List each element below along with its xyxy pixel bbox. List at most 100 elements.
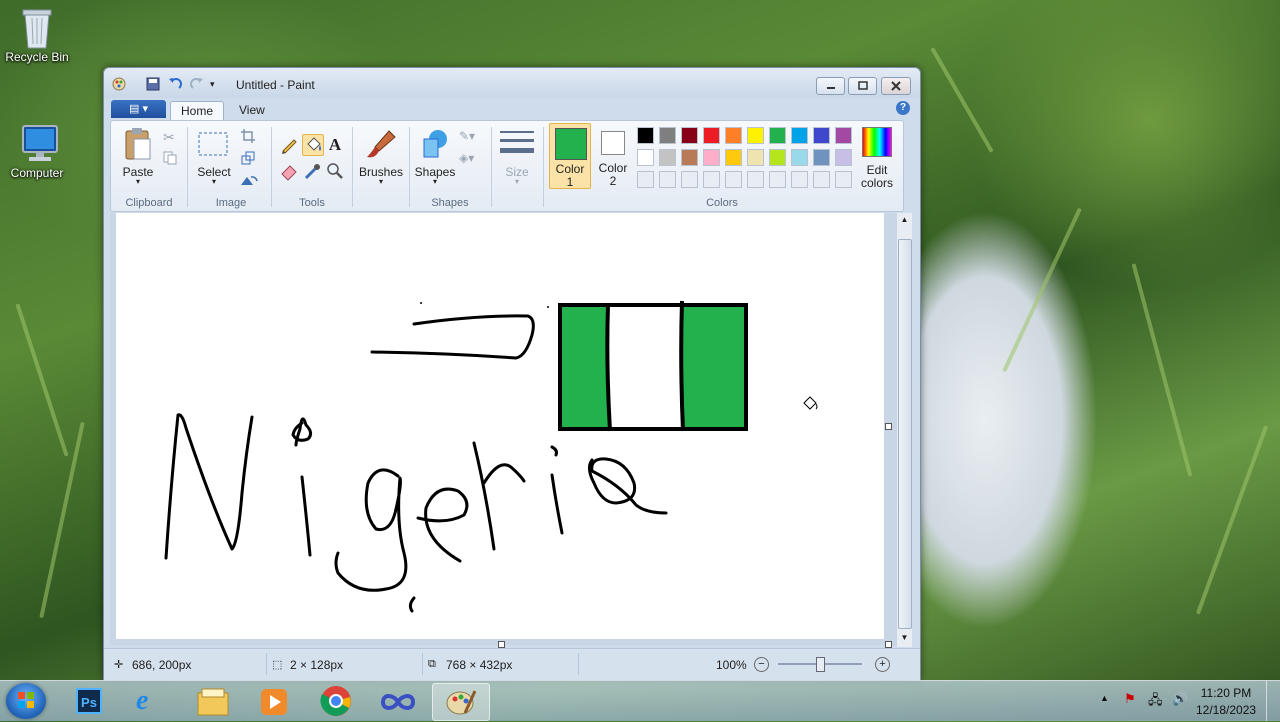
fill-tool[interactable] — [302, 134, 324, 156]
scroll-up-arrow[interactable]: ▲ — [899, 215, 910, 227]
palette-swatch[interactable] — [703, 149, 720, 166]
palette-swatch[interactable] — [835, 127, 852, 144]
select-rectangle-icon — [198, 132, 228, 156]
size-button[interactable]: Size ▾ — [497, 125, 537, 187]
palette-swatch[interactable] — [769, 149, 786, 166]
rotate-icon[interactable] — [239, 173, 263, 189]
palette-swatch[interactable] — [813, 127, 830, 144]
network-icon[interactable]: 🖧 — [1148, 691, 1163, 713]
palette-swatch[interactable] — [659, 127, 676, 144]
palette-custom-slot[interactable] — [769, 171, 786, 188]
show-desktop-button[interactable] — [1266, 681, 1280, 721]
paste-button[interactable]: Paste ▾ — [117, 125, 159, 187]
magnifier-tool[interactable] — [325, 161, 345, 181]
palette-swatch[interactable] — [747, 127, 764, 144]
taskbar-chrome[interactable] — [308, 683, 364, 719]
palette-swatch[interactable] — [681, 127, 698, 144]
taskbar-explorer[interactable] — [184, 683, 240, 719]
color1-swatch — [555, 128, 587, 160]
text-tool[interactable]: A — [325, 135, 345, 155]
brushes-button[interactable]: Brushes ▾ — [357, 125, 405, 187]
copy-icon[interactable] — [163, 151, 179, 167]
color1-button[interactable]: Color 1 — [549, 123, 591, 189]
crop-icon[interactable] — [241, 129, 257, 145]
shapes-icon — [423, 130, 447, 158]
tab-home[interactable]: Home — [170, 101, 225, 121]
drawing-canvas[interactable] — [116, 213, 884, 639]
resize-icon[interactable] — [241, 151, 257, 167]
fill-shape-icon[interactable]: ◈▾ — [459, 151, 483, 167]
taskbar-ie[interactable]: e — [122, 683, 178, 719]
palette-swatch[interactable] — [637, 149, 654, 166]
customize-quick-access-icon[interactable]: ▾ — [210, 77, 224, 91]
canvas-resize-handle-corner[interactable] — [885, 641, 892, 648]
minimize-button[interactable] — [816, 77, 845, 95]
select-button[interactable]: Select ▾ — [193, 125, 235, 187]
zoom-level: 100% — [716, 658, 747, 672]
zoom-in-button[interactable]: + — [875, 657, 890, 672]
palette-custom-slot[interactable] — [747, 171, 764, 188]
palette-custom-slot[interactable] — [835, 171, 852, 188]
palette-custom-slot[interactable] — [725, 171, 742, 188]
palette-swatch[interactable] — [681, 149, 698, 166]
maximize-button[interactable] — [848, 77, 877, 95]
taskbar-paint[interactable] — [432, 683, 490, 721]
color2-button[interactable]: Color 2 — [593, 123, 633, 189]
action-center-icon[interactable]: ⚑ — [1124, 691, 1136, 707]
file-menu-button[interactable]: ▤ ▾ — [111, 100, 166, 118]
scroll-thumb[interactable] — [898, 239, 912, 629]
pencil-tool[interactable] — [279, 135, 299, 155]
taskbar-photoshop[interactable]: Ps — [60, 683, 116, 719]
palette-custom-slot[interactable] — [681, 171, 698, 188]
zoom-slider-thumb[interactable] — [816, 657, 825, 672]
palette-swatch[interactable] — [637, 127, 654, 144]
help-icon[interactable]: ? — [896, 101, 910, 115]
title-bar: ▾ Untitled - Paint — [104, 68, 920, 98]
eraser-tool[interactable] — [279, 161, 299, 181]
zoom-slider[interactable] — [778, 657, 862, 672]
palette-swatch[interactable] — [835, 149, 852, 166]
zoom-out-button[interactable]: − — [754, 657, 769, 672]
palette-swatch[interactable] — [791, 149, 808, 166]
desktop-icon-label: Recycle Bin — [5, 50, 69, 64]
palette-custom-slot[interactable] — [637, 171, 654, 188]
palette-swatch[interactable] — [769, 127, 786, 144]
close-button[interactable] — [881, 77, 911, 95]
volume-icon[interactable]: 🔊 — [1172, 691, 1188, 707]
tab-view[interactable]: View — [229, 101, 275, 120]
palette-swatch[interactable] — [659, 149, 676, 166]
cursor-position-icon: ✛ — [114, 659, 124, 671]
paint-app-icon[interactable] — [112, 77, 126, 91]
vertical-scrollbar[interactable]: ▲ ▼ — [896, 213, 912, 647]
palette-custom-slot[interactable] — [703, 171, 720, 188]
taskbar-app[interactable] — [370, 683, 426, 719]
palette-swatch[interactable] — [725, 149, 742, 166]
canvas-resize-handle-right[interactable] — [885, 423, 892, 430]
palette-custom-slot[interactable] — [791, 171, 808, 188]
taskbar-media-player[interactable] — [246, 683, 302, 719]
palette-swatch[interactable] — [725, 127, 742, 144]
shapes-button[interactable]: Shapes ▾ — [413, 125, 457, 187]
edit-colors-button[interactable]: Edit colors — [855, 125, 899, 190]
save-icon[interactable] — [146, 77, 160, 91]
clock-date[interactable]: 12/18/2023 — [1196, 703, 1256, 717]
redo-icon[interactable] — [190, 77, 204, 91]
outline-icon[interactable]: ✎▾ — [459, 129, 483, 145]
cut-icon[interactable]: ✂ — [163, 129, 179, 145]
desktop-icon-recycle-bin[interactable]: Recycle Bin — [2, 6, 72, 64]
palette-swatch[interactable] — [703, 127, 720, 144]
palette-custom-slot[interactable] — [659, 171, 676, 188]
palette-swatch[interactable] — [813, 149, 830, 166]
desktop-icon-computer[interactable]: Computer — [2, 122, 72, 180]
clock-time[interactable]: 11:20 PM — [1196, 686, 1256, 700]
show-hidden-icons[interactable]: ▲ — [1100, 693, 1109, 703]
scroll-down-arrow[interactable]: ▼ — [899, 633, 910, 645]
palette-custom-slot[interactable] — [813, 171, 830, 188]
start-button[interactable] — [6, 683, 46, 719]
palette-swatch[interactable] — [791, 127, 808, 144]
undo-icon[interactable] — [168, 77, 182, 91]
palette-swatch[interactable] — [747, 149, 764, 166]
color-picker-tool[interactable] — [302, 161, 322, 181]
desktop-icon-label: Computer — [10, 166, 64, 180]
canvas-resize-handle-bottom[interactable] — [498, 641, 505, 648]
